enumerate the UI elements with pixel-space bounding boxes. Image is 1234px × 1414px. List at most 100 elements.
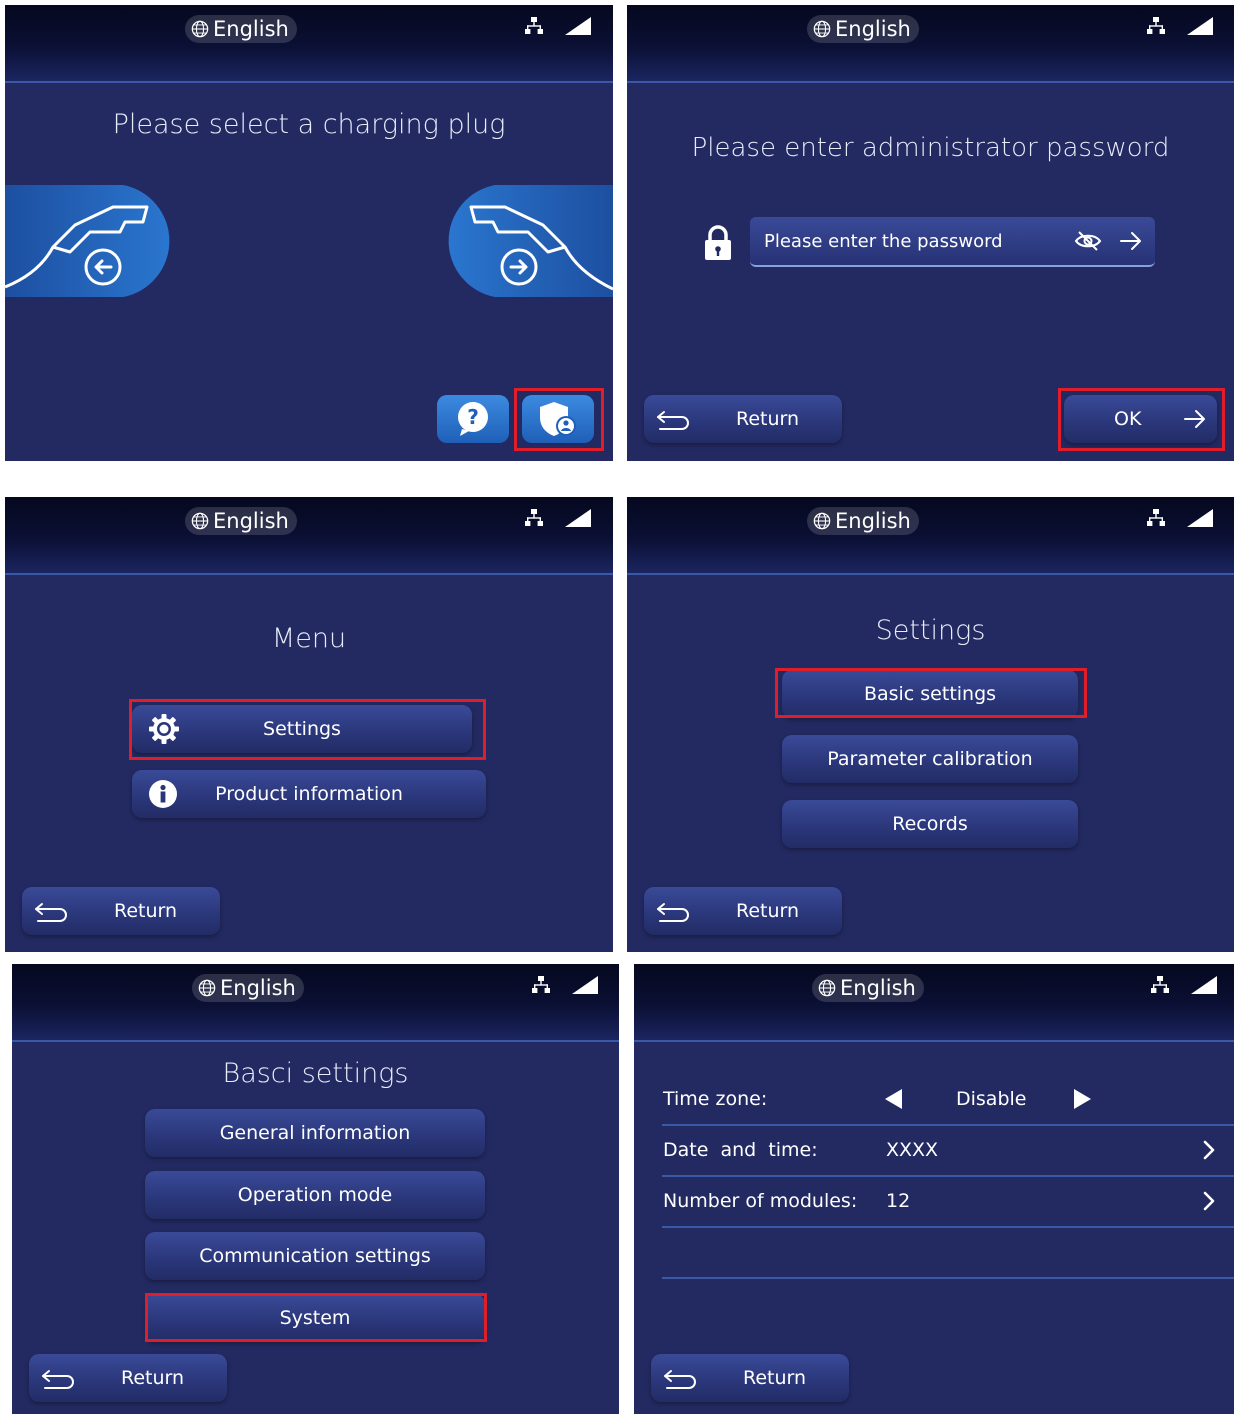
row-label: Time zone: — [663, 1088, 768, 1110]
admin-shield-icon — [540, 402, 576, 436]
language-label: English — [835, 17, 911, 41]
network-icon — [525, 17, 543, 35]
language-label: English — [220, 976, 296, 1000]
return-arrow-icon — [656, 408, 692, 430]
status-bar — [12, 964, 619, 1042]
return-label: Return — [736, 900, 800, 922]
network-icon — [1147, 509, 1165, 527]
right-triangle-icon[interactable] — [1072, 1088, 1092, 1110]
network-icon — [1147, 17, 1165, 35]
basic-settings-label: Basic settings — [863, 683, 997, 705]
basic-settings-screen: English Basci settings General informati… — [12, 964, 619, 1414]
return-button[interactable]: Return — [644, 395, 842, 443]
language-label: English — [835, 509, 911, 533]
menu-item-product-information[interactable]: Product information — [132, 770, 486, 818]
page-title: Please enter administrator password — [691, 133, 1170, 163]
operation-mode-label: Operation mode — [237, 1184, 393, 1206]
help-button[interactable]: ? — [437, 395, 509, 443]
return-button[interactable]: Return — [22, 887, 220, 935]
language-label: English — [213, 17, 289, 41]
row-label: Number of modules: — [663, 1190, 858, 1212]
signal-icon — [565, 509, 591, 527]
status-bar — [627, 497, 1234, 575]
password-field[interactable]: Please enter the password — [750, 217, 1155, 267]
ok-button[interactable]: OK — [1064, 395, 1217, 443]
return-arrow-icon — [34, 900, 70, 922]
language-label: English — [213, 509, 289, 533]
operation-mode-button[interactable]: Operation mode — [145, 1171, 485, 1219]
menu-item-settings[interactable]: Settings — [132, 705, 472, 753]
time-zone-row: Time zone: Disable — [662, 1074, 1234, 1126]
lock-icon — [705, 225, 731, 260]
return-arrow-icon — [656, 900, 692, 922]
network-icon — [532, 976, 550, 994]
page-title: Settings — [875, 615, 986, 646]
row-value: Disable — [956, 1088, 1027, 1110]
password-screen: English Please enter administrator passw… — [627, 5, 1234, 461]
signal-icon — [572, 976, 598, 994]
ok-label: OK — [1114, 408, 1142, 430]
globe-icon — [198, 979, 216, 997]
date-time-row[interactable]: Date and time: XXXX — [662, 1125, 1234, 1177]
communication-settings-label: Communication settings — [199, 1245, 431, 1267]
return-label: Return — [736, 408, 800, 430]
chevron-right-icon — [1203, 1140, 1215, 1160]
language-selector[interactable]: English — [192, 974, 304, 1002]
left-triangle-icon[interactable] — [884, 1088, 904, 1110]
empty-row — [662, 1227, 1234, 1279]
return-button[interactable]: Return — [644, 887, 842, 935]
signal-icon — [565, 17, 591, 35]
parameter-calibration-label: Parameter calibration — [827, 748, 1033, 770]
svg-text:?: ? — [467, 405, 479, 429]
left-plug-button[interactable] — [5, 177, 185, 302]
signal-icon — [1191, 976, 1217, 994]
language-selector[interactable]: English — [185, 507, 297, 535]
menu-item-label: Product information — [215, 783, 403, 805]
menu-item-label: Settings — [263, 718, 341, 740]
status-bar — [627, 5, 1234, 83]
return-label: Return — [114, 900, 178, 922]
right-arrow-icon — [1184, 409, 1206, 429]
network-icon — [1151, 976, 1169, 994]
parameter-calibration-button[interactable]: Parameter calibration — [782, 735, 1078, 783]
row-label: Date and time: — [663, 1139, 818, 1161]
language-label: English — [840, 976, 916, 1000]
language-selector[interactable]: English — [807, 15, 919, 43]
status-bar — [5, 5, 613, 83]
communication-settings-button[interactable]: Communication settings — [145, 1232, 485, 1280]
page-title: Menu — [271, 623, 347, 654]
plug-select-screen: English Please select a charging plug ? — [5, 5, 613, 461]
system-button[interactable]: System — [145, 1294, 485, 1342]
number-of-modules-row[interactable]: Number of modules: 12 — [662, 1176, 1234, 1228]
return-button[interactable]: Return — [651, 1354, 849, 1402]
globe-icon — [813, 512, 831, 530]
password-placeholder: Please enter the password — [764, 230, 1003, 252]
right-plug-button[interactable] — [433, 177, 613, 302]
language-selector[interactable]: English — [185, 15, 297, 43]
status-bar — [5, 497, 613, 575]
language-selector[interactable]: English — [812, 974, 924, 1002]
records-button[interactable]: Records — [782, 800, 1078, 848]
signal-icon — [1187, 509, 1213, 527]
admin-button[interactable] — [522, 395, 594, 443]
globe-icon — [191, 20, 209, 38]
row-value: XXXX — [886, 1139, 939, 1161]
status-bar — [634, 964, 1234, 1042]
chevron-right-icon — [1203, 1191, 1215, 1211]
language-selector[interactable]: English — [807, 507, 919, 535]
return-label: Return — [743, 1367, 807, 1389]
row-value: 12 — [886, 1190, 911, 1212]
submit-arrow-icon[interactable] — [1120, 231, 1142, 251]
eye-off-icon[interactable] — [1073, 230, 1103, 252]
return-button[interactable]: Return — [29, 1354, 227, 1402]
return-label: Return — [121, 1367, 185, 1389]
page-title: Basci settings — [222, 1058, 409, 1089]
globe-icon — [813, 20, 831, 38]
basic-settings-button[interactable]: Basic settings — [782, 670, 1078, 718]
general-information-button[interactable]: General information — [145, 1109, 485, 1157]
gear-icon — [149, 714, 179, 744]
records-label: Records — [892, 813, 968, 835]
menu-screen: English Menu Settings Product informatio… — [5, 497, 613, 952]
return-arrow-icon — [663, 1367, 699, 1389]
system-label: System — [279, 1307, 351, 1329]
